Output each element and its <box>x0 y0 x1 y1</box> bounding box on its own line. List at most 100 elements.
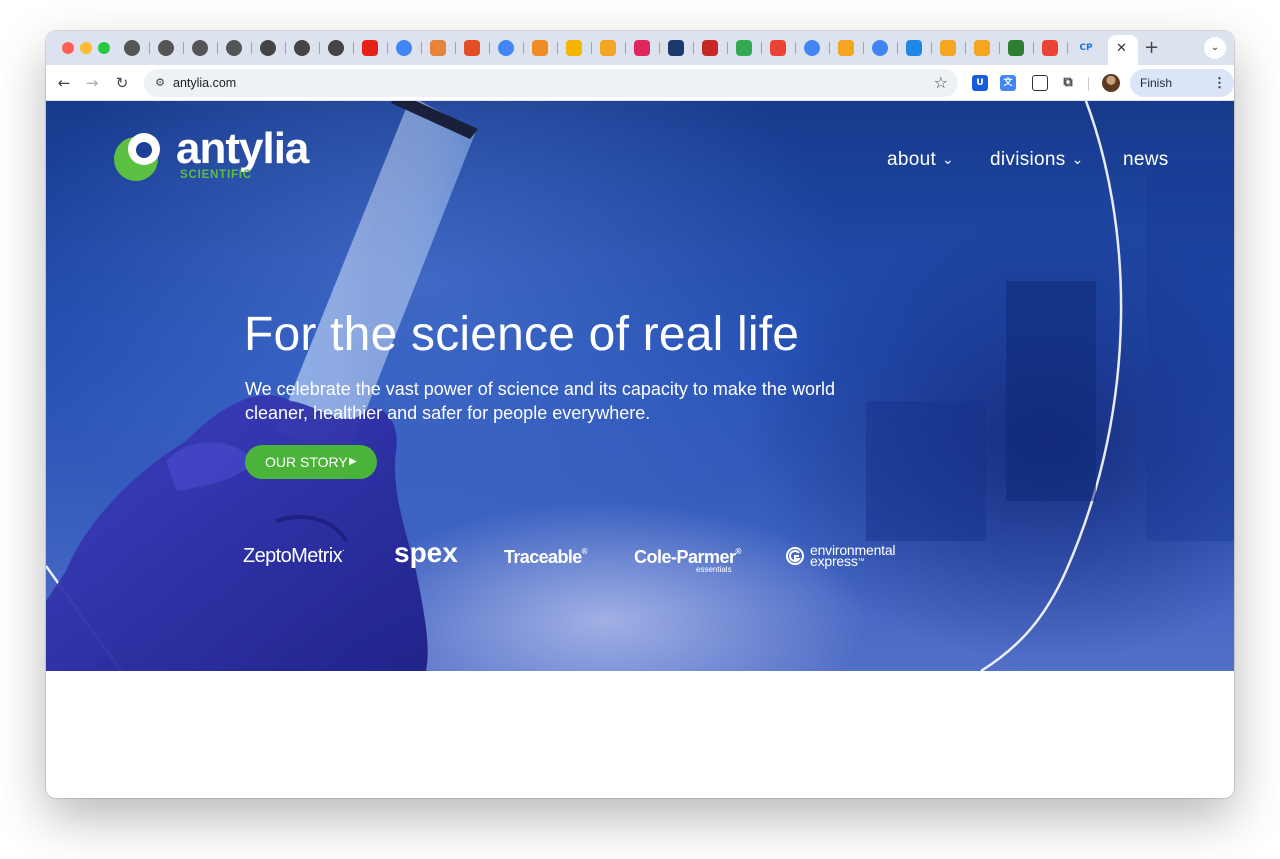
tool-icon[interactable] <box>430 40 446 56</box>
shield-icon[interactable] <box>906 40 922 56</box>
orange-x-icon[interactable] <box>838 40 854 56</box>
tab-separator <box>557 42 558 54</box>
finish-update-button[interactable]: Finish update ⋮ <box>1130 69 1234 118</box>
gmail-icon[interactable] <box>1042 40 1058 56</box>
tab-separator <box>149 42 150 54</box>
tab-separator <box>251 42 252 54</box>
globe-icon[interactable] <box>328 40 344 56</box>
environmental-express-logo[interactable]: environmental express™ <box>810 543 896 569</box>
more-menu-icon[interactable]: ⋮ <box>1213 69 1226 97</box>
orange-x-icon[interactable] <box>940 40 956 56</box>
zeptometrix-logo[interactable]: ZeptoMetrix· <box>243 545 345 568</box>
gmail-icon[interactable] <box>770 40 786 56</box>
extensions-puzzle-icon[interactable]: ⧉ <box>1060 75 1076 91</box>
tab-separator <box>285 42 286 54</box>
our-story-button[interactable]: OUR STORY ▶ <box>245 445 377 479</box>
traceable-logo[interactable]: Traceable® <box>504 547 588 568</box>
orange-circle-icon[interactable] <box>532 40 548 56</box>
target-icon[interactable] <box>634 40 650 56</box>
tab-separator <box>1033 42 1034 54</box>
address-bar[interactable]: ⚙ antylia.com ☆ <box>144 69 958 97</box>
tab-separator <box>965 42 966 54</box>
hero-section: antylia SCIENTIFIC about ⌄ divisions ⌄ new… <box>46 101 1234 671</box>
nav-label-divisions: divisions <box>990 149 1066 170</box>
minimize-window-button[interactable] <box>80 42 92 54</box>
tab-separator <box>829 42 830 54</box>
cast-icon[interactable] <box>1032 75 1048 91</box>
flag-icon[interactable] <box>702 40 718 56</box>
forward-button[interactable]: → <box>82 73 102 93</box>
traceable-text: Traceable <box>504 547 582 567</box>
traceable-mark: ® <box>581 547 588 556</box>
openai-icon[interactable] <box>192 40 208 56</box>
zeptometrix-text: ZeptoMetrix <box>243 545 343 567</box>
our-story-label: OUR STORY <box>265 454 348 470</box>
openai-icon[interactable] <box>226 40 242 56</box>
site-info-icon[interactable]: ⚙ <box>152 75 168 91</box>
hero-subline: We celebrate the vast power of science a… <box>245 379 835 423</box>
back-button[interactable]: ← <box>54 73 74 93</box>
tab-separator <box>1067 42 1068 54</box>
openai-icon[interactable] <box>124 40 140 56</box>
nav-label-news: news <box>1123 149 1169 170</box>
tab-separator <box>625 42 626 54</box>
bookmark-star-icon[interactable]: ☆ <box>934 73 948 92</box>
tab-separator <box>421 42 422 54</box>
google-icon[interactable] <box>396 40 412 56</box>
close-tab-icon[interactable]: ✕ <box>1116 41 1127 56</box>
checkmark-icon[interactable] <box>1008 40 1024 56</box>
zeptometrix-mark: · <box>342 545 345 555</box>
nav-item-divisions[interactable]: divisions ⌄ <box>990 149 1084 171</box>
joomla-icon[interactable] <box>464 40 480 56</box>
cole-parmer-text: Cole-Parmer <box>634 547 736 567</box>
chevron-down-icon: ⌄ <box>942 152 955 168</box>
env-mark: ™ <box>857 558 865 565</box>
nav-item-news[interactable]: news <box>1123 149 1169 171</box>
yellow-tag-icon[interactable] <box>566 40 582 56</box>
tab-search-button[interactable]: ⌄ <box>1204 37 1226 59</box>
tab-active[interactable]: ✕ <box>1108 35 1138 65</box>
reload-button[interactable]: ↻ <box>112 73 132 93</box>
cole-parmer-mark: ® <box>735 547 742 556</box>
maximize-window-button[interactable] <box>98 42 110 54</box>
spex-logo[interactable]: spex <box>394 537 458 569</box>
google-icon[interactable] <box>872 40 888 56</box>
bitwarden-icon[interactable]: U <box>972 75 988 91</box>
nav-label-about: about <box>887 149 937 170</box>
browser-toolbar: ← → ↻ ⚙ antylia.com ☆ U 文 ⧉ Finish updat… <box>46 65 1234 118</box>
env-line2: express <box>810 553 858 569</box>
green-leaf-icon[interactable] <box>736 40 752 56</box>
google-icon[interactable] <box>804 40 820 56</box>
new-tab-button[interactable]: + <box>1144 37 1159 58</box>
translate-icon[interactable]: 文 <box>1000 75 1016 91</box>
profile-avatar[interactable] <box>1102 74 1120 92</box>
cole-parmer-sub: essentials <box>696 565 732 574</box>
url-text[interactable]: antylia.com <box>173 76 236 90</box>
antylia-logo[interactable]: antylia SCIENTIFIC <box>110 125 330 187</box>
hero-headline: For the science of real life <box>244 308 800 361</box>
nav-item-about[interactable]: about ⌄ <box>887 149 954 171</box>
youtube-icon[interactable] <box>362 40 378 56</box>
google-icon[interactable] <box>498 40 514 56</box>
tab-separator <box>693 42 694 54</box>
logo-wordmark: antylia <box>176 124 309 173</box>
cole-parmer-logo[interactable]: Cole-Parmer® essentials <box>634 547 742 574</box>
cp-icon[interactable]: CP <box>1076 40 1096 56</box>
tab-separator <box>761 42 762 54</box>
tab-separator <box>523 42 524 54</box>
spex-text: spex <box>394 537 458 568</box>
tab-separator <box>897 42 898 54</box>
antylia-logo-mark-icon <box>114 133 160 181</box>
tab-separator <box>931 42 932 54</box>
globe-icon[interactable] <box>294 40 310 56</box>
marketo-icon[interactable] <box>668 40 684 56</box>
openai-icon[interactable] <box>158 40 174 56</box>
tab-separator <box>863 42 864 54</box>
tab-separator <box>217 42 218 54</box>
tab-separator <box>387 42 388 54</box>
orange-x-icon[interactable] <box>600 40 616 56</box>
orange-x-icon[interactable] <box>974 40 990 56</box>
close-window-button[interactable] <box>62 42 74 54</box>
globe-icon[interactable] <box>260 40 276 56</box>
chevron-down-icon: ⌄ <box>1071 152 1084 168</box>
